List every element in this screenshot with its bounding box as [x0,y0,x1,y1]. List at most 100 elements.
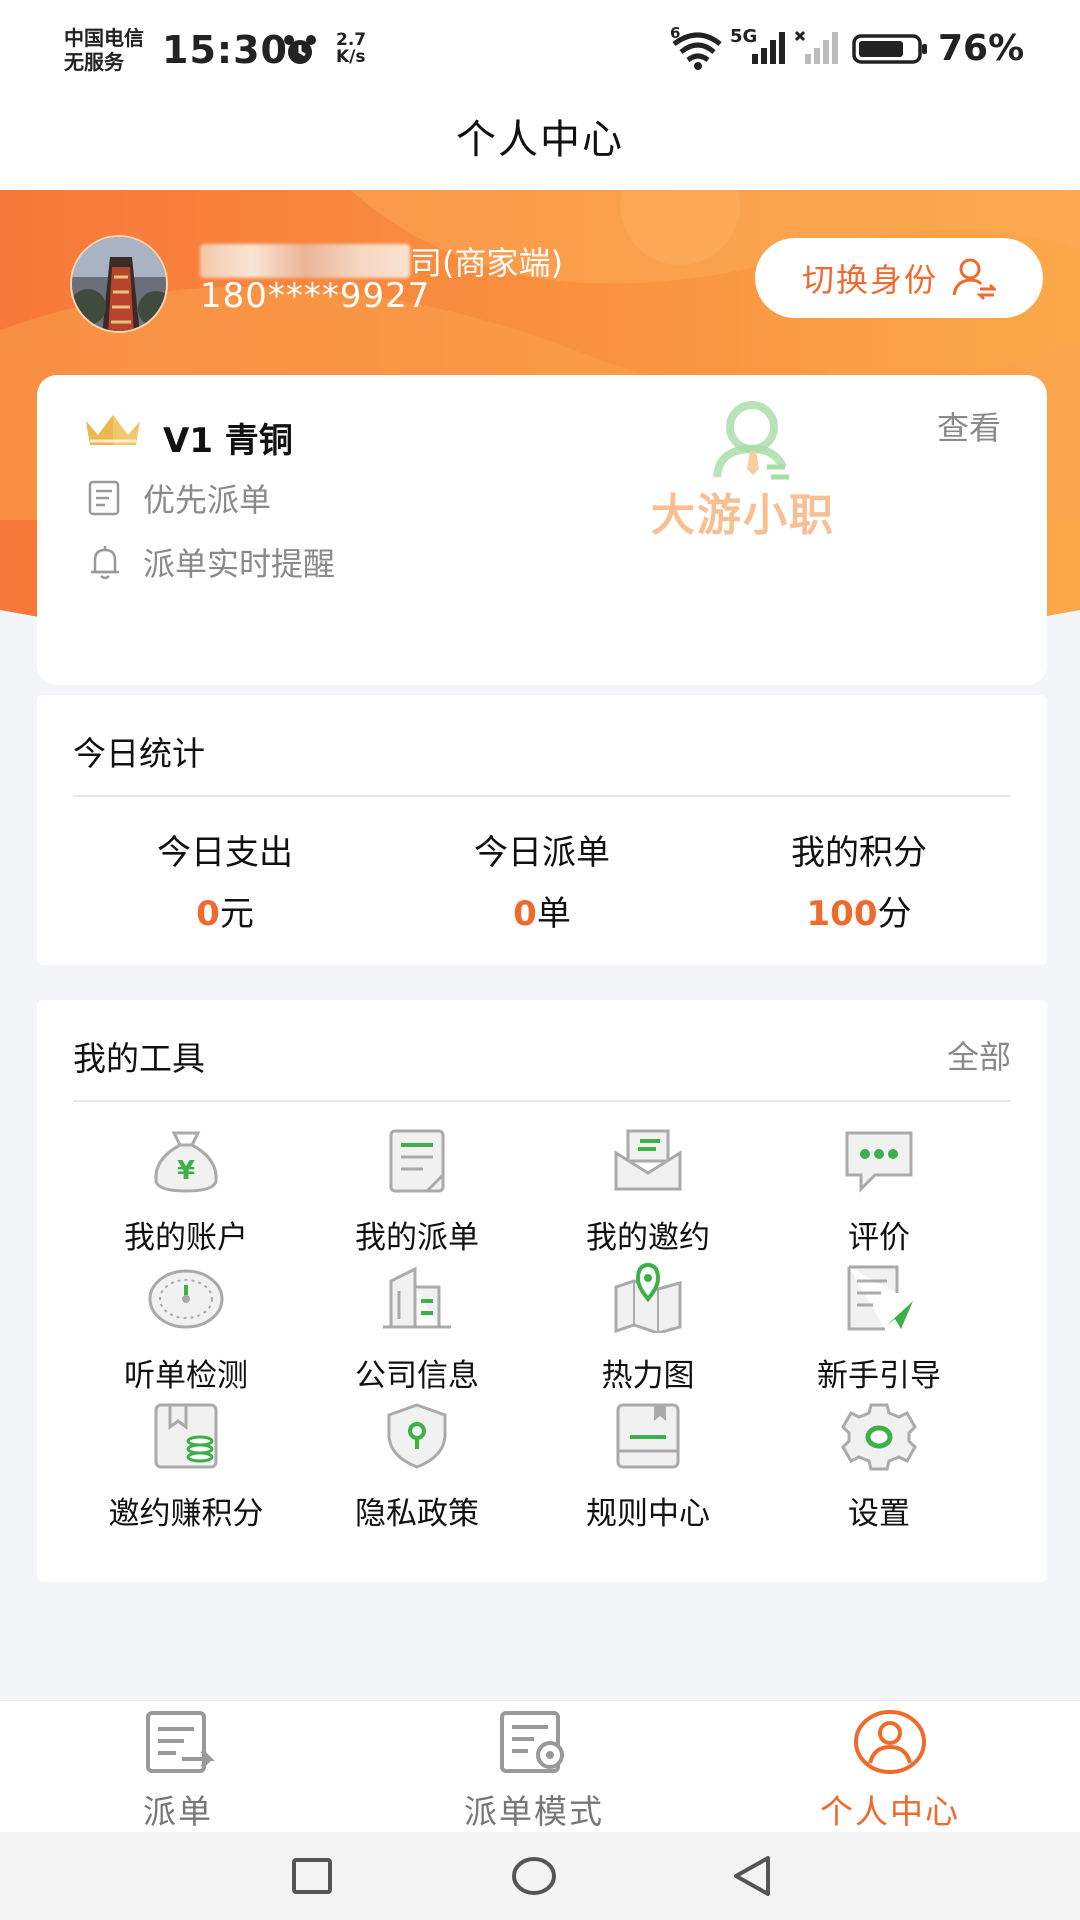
tool-beginner-guide[interactable]: 新手引导 [779,1258,979,1395]
watermark: 大游小职 [651,387,897,541]
tool-review[interactable]: 评价 [779,1120,979,1257]
business-name-redacted [200,244,410,278]
tools-all-link[interactable]: 全部 [947,1032,1011,1078]
tool-rules-center[interactable]: 规则中心 [548,1396,748,1533]
coins-icon [154,1403,218,1469]
tool-label: 我的账户 [124,1220,248,1256]
stat-label: 今日派单 [474,833,610,873]
stat-label: 今日支出 [157,833,293,873]
battery-percent: 76% [938,28,1025,69]
switch-identity-label: 切换身份 [801,261,938,299]
tool-my-account[interactable]: ¥ 我的账户 [86,1120,286,1257]
wifi-badge: 6 [670,24,681,42]
tool-invite-earn-points[interactable]: 邀约赚积分 [86,1396,286,1533]
tool-label: 规则中心 [586,1496,710,1532]
view-level-link[interactable]: 查看 [937,403,1001,449]
nav-dispatch-mode[interactable]: 派单模式 [414,1709,654,1833]
stat-value: 0 [513,894,537,934]
stat-today-expense[interactable]: 今日支出 0元 [95,825,355,935]
tool-label: 隐私政策 [355,1496,479,1532]
nav-profile[interactable]: 个人中心 [770,1709,1010,1833]
my-tools-card: 我的工具 全部 ¥ 我的账户 我的派单 我的邀约 评价 听单检测 公司信息 热力… [37,1000,1047,1582]
carrier-info: 中国电信 无服务 [64,26,144,74]
stat-unit: 分 [877,894,912,934]
system-navigation-bar [0,1832,1080,1920]
tool-my-dispatch[interactable]: 我的派单 [317,1120,517,1257]
tools-title: 我的工具 [73,1039,205,1078]
tool-listen-check[interactable]: 听单检测 [86,1258,286,1395]
crown-icon [86,415,140,445]
map-pin-icon [614,1263,682,1333]
tool-label: 公司信息 [355,1358,479,1394]
envelope-icon [614,1129,682,1191]
dispatch-mode-icon [500,1711,564,1773]
stat-today-dispatch[interactable]: 今日派单 0单 [412,825,672,935]
perk-priority-dispatch: 优先派单 [85,475,271,521]
stat-value: 0 [196,894,220,934]
member-level-card[interactable]: V1 青铜 查看 优先派单 派单实时提醒 大游小职 [37,375,1047,685]
money-bag-icon: ¥ [154,1131,218,1193]
today-stats-card: 今日统计 今日支出 0元 今日派单 0单 我的积分 100分 [37,695,1047,965]
recent-apps-icon[interactable] [290,1854,334,1898]
net-speed-unit: K/s [336,47,366,67]
phone-number: 180****9927 [200,276,431,316]
signal-strength-icon [752,32,785,64]
nav-label: 派单模式 [464,1792,604,1831]
nav-label: 派单 [143,1792,213,1831]
chat-bubble-icon [845,1131,913,1193]
gauge-icon [148,1269,224,1329]
bell-icon [91,546,119,580]
tool-label: 听单检测 [124,1358,248,1394]
tool-heatmap[interactable]: 热力图 [548,1258,748,1395]
tool-label: 热力图 [601,1358,695,1394]
stat-unit: 元 [219,894,254,934]
document-icon [88,480,120,516]
watermark-text: 大游小职 [651,490,835,541]
svg-text:¥: ¥ [177,1156,195,1186]
tool-label: 我的派单 [355,1220,479,1256]
back-icon[interactable] [730,1854,774,1898]
bottom-nav: 派单 派单模式 个人中心 [0,1700,1080,1832]
tool-label: 我的邀约 [586,1220,710,1256]
home-icon[interactable] [510,1854,558,1898]
page-title: 个人中心 [456,117,624,163]
tool-privacy-policy[interactable]: 隐私政策 [317,1396,517,1533]
status-bar: 中国电信 无服务 15:30 2.7 K/s 6 5G 76% [0,0,1080,100]
tool-my-invitation[interactable]: 我的邀约 [548,1120,748,1257]
tool-label: 新手引导 [817,1358,941,1394]
member-level: V1 青铜 [163,421,293,461]
dispatch-icon [146,1711,215,1773]
divider [73,795,1011,797]
rules-book-icon [616,1403,680,1469]
no-signal-icon [794,30,838,64]
tool-company-info[interactable]: 公司信息 [317,1258,517,1395]
perk-label: 派单实时提醒 [143,545,336,583]
perk-label: 优先派单 [143,481,272,519]
stats-title: 今日统计 [73,734,205,773]
title-bar: 个人中心 [0,100,1080,190]
perk-realtime-reminder: 派单实时提醒 [85,539,335,585]
switch-user-icon [952,258,996,301]
stat-my-points[interactable]: 我的积分 100分 [729,825,989,935]
shield-icon [387,1403,447,1469]
net-speed: 2.7 K/s [336,32,366,66]
service-status: 无服务 [64,50,124,74]
stat-label: 我的积分 [791,833,927,873]
gear-icon [841,1403,917,1471]
tool-label: 设置 [848,1496,910,1532]
alarm-icon [284,35,316,64]
stat-unit: 单 [536,894,571,934]
tool-settings[interactable]: 设置 [779,1396,979,1533]
building-icon [383,1266,451,1329]
switch-identity-button[interactable]: 切换身份 [755,238,1043,318]
divider [73,1100,1011,1102]
tool-label: 评价 [848,1220,910,1256]
battery-icon [852,34,927,64]
clipboard-icon [389,1129,445,1193]
guide-icon [847,1265,913,1331]
nav-dispatch[interactable]: 派单 [58,1709,298,1833]
nav-label: 个人中心 [820,1792,960,1831]
avatar[interactable] [70,235,168,333]
carrier-name: 中国电信 [64,26,144,50]
stat-value: 100 [806,894,878,934]
